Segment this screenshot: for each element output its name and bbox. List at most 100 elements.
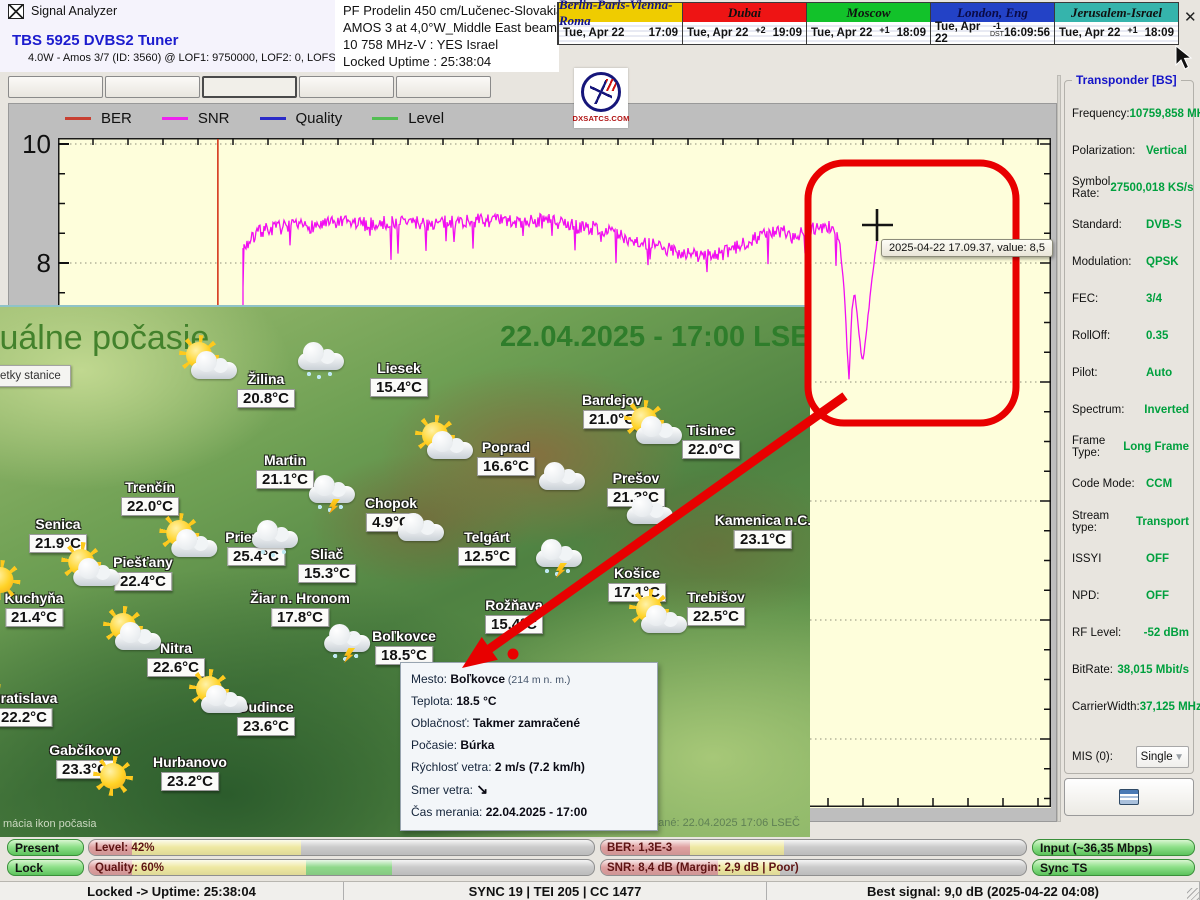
map-town[interactable]: Žiar n. Hronom 17.8°C bbox=[250, 590, 350, 627]
legend-label: SNR bbox=[198, 110, 230, 127]
clock-body: Tue, Apr 22 +2 19:09 bbox=[683, 22, 806, 44]
transponder-value: 38,015 Mbit/s bbox=[1117, 664, 1189, 676]
legend-color-swatch bbox=[162, 117, 188, 120]
town-temperature: 22.5°C bbox=[687, 607, 745, 626]
transponder-value: Vertical bbox=[1146, 145, 1187, 157]
legend-label: Quality bbox=[296, 110, 343, 127]
transponder-value: 0.35 bbox=[1146, 330, 1168, 342]
legend-label: BER bbox=[101, 110, 132, 127]
town-name: Prešov bbox=[613, 470, 660, 486]
transponder-row: Pilot: Auto bbox=[1072, 355, 1189, 392]
town-temperature: 12.5°C bbox=[458, 547, 516, 566]
map-town[interactable]: Kuchyňa 21.4°C bbox=[4, 590, 63, 627]
map-town[interactable]: Senica 21.9°C bbox=[29, 516, 87, 553]
panel-splitter[interactable] bbox=[1057, 75, 1061, 822]
town-name: Gabčíkovo bbox=[49, 742, 121, 758]
map-town[interactable]: Poprad 16.6°C bbox=[477, 439, 535, 476]
resize-grip[interactable] bbox=[1187, 888, 1199, 900]
town-name: Žiar n. Hronom bbox=[250, 590, 350, 606]
info-label: Smer vetra: bbox=[411, 783, 476, 797]
map-town[interactable]: Tisinec 22.0°C bbox=[682, 422, 740, 459]
legend-label: Level bbox=[408, 110, 444, 127]
transponder-panel: Transponder [BS] Frequency: 10759,858 MH… bbox=[1062, 72, 1196, 822]
map-town[interactable]: Prešov 21.3°C bbox=[607, 470, 665, 507]
transponder-row: FEC: 3/4 bbox=[1072, 280, 1189, 317]
panel-action-button[interactable] bbox=[1064, 778, 1194, 816]
map-town[interactable]: Gabčíkovo 23.3°C bbox=[49, 742, 121, 779]
clock-time: 19:09 bbox=[773, 27, 802, 39]
info-value: 18.5 °C bbox=[456, 694, 496, 708]
snr-meter: SNR: 8,4 dB (Margin: 2,9 dB | Poor) bbox=[600, 859, 1027, 876]
mis-selected-value: Single bbox=[1141, 751, 1173, 763]
transponder-label: RF Level: bbox=[1072, 627, 1144, 639]
map-icons-note-partial: mácia ikon počasia bbox=[3, 818, 97, 830]
clock-utc-offset: +1 bbox=[1127, 26, 1137, 35]
town-temperature: 15.4°C bbox=[485, 615, 543, 634]
map-town[interactable]: Trebišov 22.5°C bbox=[687, 589, 745, 626]
transponder-label: Pilot: bbox=[1072, 367, 1146, 379]
transponder-label: Modulation: bbox=[1072, 256, 1146, 268]
clocks-close-button[interactable]: ✕ bbox=[1184, 8, 1197, 26]
transponder-title: Transponder [BS] bbox=[1072, 73, 1181, 87]
town-name: Telgárt bbox=[464, 529, 510, 545]
map-town[interactable]: Piešťany 22.4°C bbox=[113, 554, 173, 591]
reception-info-block: PF Prodelin 450 cm/Lučenec-Slovakia AMOS… bbox=[335, 0, 559, 72]
map-town[interactable]: Trenčín 22.0°C bbox=[121, 479, 179, 516]
transponder-row: BitRate: 38,015 Mbit/s bbox=[1072, 651, 1189, 688]
all-stations-button[interactable]: etky stanice bbox=[0, 365, 71, 387]
transponder-row: RollOff: 0.35 bbox=[1072, 318, 1189, 355]
signal-meters: Present Level: 42% BER: 1,3E-3 Input (~3… bbox=[0, 838, 1200, 880]
map-town[interactable]: Nitra 22.6°C bbox=[147, 640, 205, 677]
map-town[interactable]: Telgárt 12.5°C bbox=[458, 529, 516, 566]
town-name: Dudince bbox=[238, 699, 293, 715]
legend-color-swatch bbox=[372, 117, 398, 120]
map-town[interactable]: Bardejov 21.0°C bbox=[582, 392, 642, 429]
map-town[interactable]: Bratislava 22.2°C bbox=[0, 690, 57, 727]
clock-city-label: London, Eng bbox=[931, 3, 1054, 22]
map-town[interactable]: Liesek 15.4°C bbox=[370, 360, 428, 397]
info-value: Takmer zamračené bbox=[473, 716, 580, 730]
town-temperature: 23.6°C bbox=[237, 717, 295, 736]
transponder-row: Polarization: Vertical bbox=[1072, 132, 1189, 169]
transponder-label: Spectrum: bbox=[1072, 404, 1144, 416]
map-town[interactable]: Sliač 15.3°C bbox=[298, 546, 356, 583]
logo-text: DXSATCS.COM bbox=[572, 114, 629, 123]
clock-time: 17:09 bbox=[649, 27, 678, 39]
clock-panel: Berlin-Paris-Vienna-Roma Tue, Apr 22 17:… bbox=[558, 3, 682, 44]
map-town[interactable]: Košice 17.1°C bbox=[608, 565, 666, 602]
signal-analyzer-window: Signal Analyzer TBS 5925 DVBS2 Tuner 4.0… bbox=[0, 0, 1200, 900]
transponder-label: Stream type: bbox=[1072, 510, 1136, 534]
map-town[interactable]: Dudince 23.6°C bbox=[237, 699, 295, 736]
clock-utc-offset: +2 bbox=[755, 26, 765, 35]
transponder-label: Standard: bbox=[1072, 219, 1146, 231]
town-temperature: 15.3°C bbox=[298, 564, 356, 583]
map-town[interactable]: Hurbanovo 23.2°C bbox=[153, 754, 227, 791]
town-temperature: 23.2°C bbox=[161, 772, 219, 791]
info-suffix: (214 m n. m.) bbox=[505, 674, 570, 686]
header-left: Signal Analyzer TBS 5925 DVBS2 Tuner 4.0… bbox=[0, 0, 335, 72]
station-info-row: Oblačnosť: Takmer zamračené bbox=[411, 713, 647, 735]
tab[interactable] bbox=[105, 76, 200, 98]
map-town[interactable]: Kamenica n.C. 23.1°C bbox=[715, 512, 810, 549]
sync-ts-indicator: Sync TS bbox=[1032, 859, 1195, 876]
town-name: Košice bbox=[614, 565, 660, 581]
map-town[interactable]: Chopok 4.9°C bbox=[365, 495, 417, 532]
tab[interactable] bbox=[202, 76, 297, 98]
transponder-value: Auto bbox=[1146, 367, 1172, 379]
town-name: Sliač bbox=[311, 546, 344, 562]
town-name: Piešťany bbox=[113, 554, 173, 570]
clock-date: Tue, Apr 22 bbox=[563, 27, 624, 39]
tab[interactable] bbox=[396, 76, 491, 98]
clock-time: 16:09:56 bbox=[1004, 27, 1050, 39]
tab[interactable] bbox=[8, 76, 103, 98]
tab[interactable] bbox=[299, 76, 394, 98]
level-meter: Level: 42% bbox=[88, 839, 595, 856]
map-town[interactable]: Prievidza 25.4°C bbox=[225, 529, 286, 566]
station-info-row: Čas merania: 22.04.2025 - 17:00 bbox=[411, 802, 647, 824]
map-town[interactable]: Boľkovce 18.5°C bbox=[372, 628, 436, 665]
map-town[interactable]: Rožňava 15.4°C bbox=[485, 597, 543, 634]
map-town[interactable]: Žilina 20.8°C bbox=[237, 371, 295, 408]
town-temperature: 4.9°C bbox=[366, 513, 416, 532]
map-town[interactable]: Martin 21.1°C bbox=[256, 452, 314, 489]
mis-select[interactable]: Single ▼ bbox=[1136, 746, 1189, 768]
